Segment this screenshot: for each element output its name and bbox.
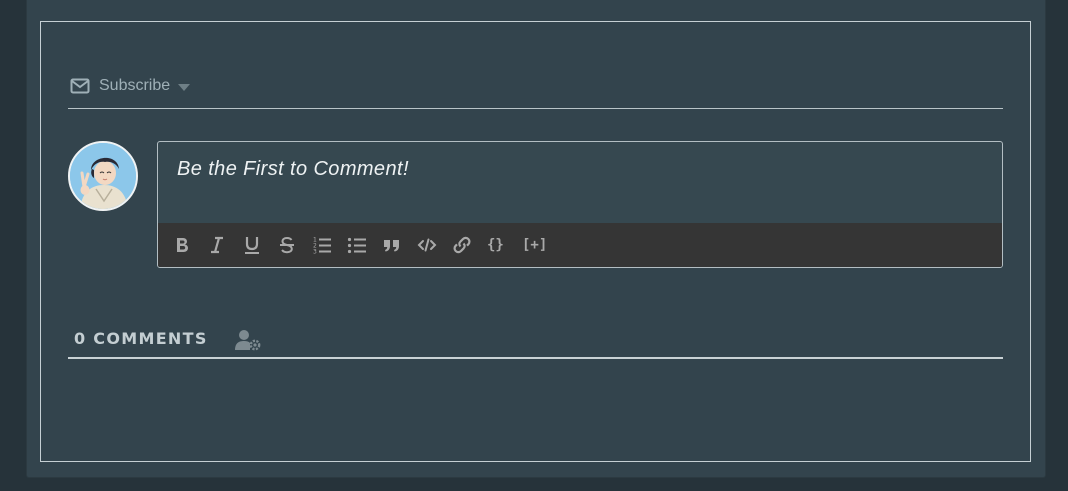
editor-toolbar: 1 2 3 {} [+] <box>158 223 1002 267</box>
divider <box>68 108 1003 109</box>
avatar <box>68 141 138 211</box>
ordered-list-button[interactable]: 1 2 3 <box>312 233 347 257</box>
strikethrough-button[interactable] <box>277 233 312 257</box>
bold-button[interactable] <box>172 233 207 257</box>
svg-text:3: 3 <box>313 249 317 256</box>
code-button[interactable] <box>417 233 452 257</box>
bold-icon <box>177 238 188 252</box>
tabs-divider <box>68 357 1003 359</box>
subscribe-label: Subscribe <box>99 77 171 94</box>
blockquote-button[interactable] <box>382 233 417 257</box>
mail-icon <box>70 78 90 94</box>
link-icon <box>453 236 471 254</box>
tab-comments[interactable]: 0 COMMENTS <box>74 329 208 348</box>
spoiler-button[interactable]: [+] <box>522 233 557 257</box>
unordered-list-icon <box>347 237 366 254</box>
strikethrough-icon <box>280 236 294 254</box>
quote-icon <box>384 240 399 252</box>
user-settings-icon[interactable] <box>235 329 261 351</box>
ordered-list-icon: 1 2 3 <box>313 237 331 256</box>
underline-icon <box>245 237 259 254</box>
comment-placeholder[interactable]: Be the First to Comment! <box>177 158 409 181</box>
comments-tabs: 0 COMMENTS <box>68 326 1003 359</box>
italic-button[interactable] <box>207 233 242 257</box>
code-block-label: {} <box>487 237 504 253</box>
unordered-list-button[interactable] <box>347 233 382 257</box>
spoiler-label: [+] <box>522 237 548 253</box>
subscribe-dropdown[interactable]: Subscribe <box>70 74 191 98</box>
italic-icon <box>211 236 223 254</box>
avatar-peace-sign-icon <box>70 143 136 209</box>
code-block-button[interactable]: {} <box>487 233 522 257</box>
link-button[interactable] <box>452 233 487 257</box>
underline-button[interactable] <box>242 233 277 257</box>
code-icon <box>417 238 437 252</box>
caret-down-icon[interactable] <box>178 83 191 91</box>
comment-editor[interactable]: Be the First to Comment! 1 2 3 {} [+] <box>157 141 1003 268</box>
